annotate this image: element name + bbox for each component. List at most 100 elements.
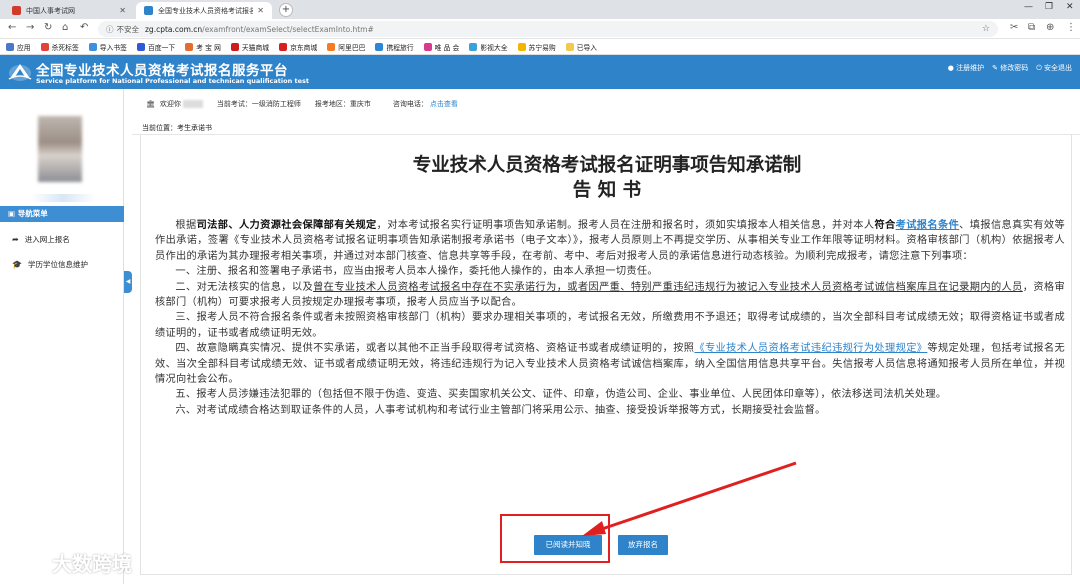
- document-title-line2: 告 知 书: [572, 180, 642, 201]
- bookmark-item[interactable]: 携程旅行: [375, 42, 414, 52]
- regulation-link[interactable]: 《专业技术人员资格考试违纪违规行为处理规定》: [694, 343, 927, 354]
- graduation-cap-icon: 🎓: [12, 260, 22, 269]
- change-password-link[interactable]: ✎ 修改密码: [992, 63, 1028, 73]
- home-icon[interactable]: ⌂: [62, 22, 68, 33]
- bookmark-item[interactable]: 已导入: [565, 42, 598, 52]
- nav-menu-header[interactable]: ▣ 导航菜单: [0, 206, 124, 222]
- bookmark-label: 阿里巴巴: [338, 43, 366, 52]
- site-logo-icon: [8, 64, 32, 81]
- paragraph-item-2: 二、对无法核实的信息，以及曾在专业技术人员资格考试报名中存在不实承诺行为，或者因…: [155, 280, 1065, 311]
- bookmark-label: 天猫商城: [241, 43, 270, 52]
- watermark-logo-icon: [7, 552, 43, 573]
- new-tab-icon[interactable]: +: [279, 3, 293, 17]
- phone-view-link[interactable]: 点击查看: [430, 99, 458, 109]
- paragraph-item-5: 五、报考人员涉嫌违法犯罪的（包括但不限于伪造、变造、买卖国家机关公文、证件、印章…: [175, 389, 947, 401]
- watermark: 大数跨境: [6, 548, 132, 577]
- minimize-icon[interactable]: —: [1024, 2, 1033, 12]
- exam-conditions-link[interactable]: 考试报名条件: [896, 219, 960, 231]
- bookmark-item[interactable]: 苏宁易购: [517, 42, 556, 52]
- close-window-icon[interactable]: ✕: [1066, 2, 1074, 12]
- browser-tab-active[interactable]: 全国专业技术人员资格考试报名... ✕: [136, 2, 272, 19]
- bookmark-item[interactable]: 考 宝 网: [185, 42, 221, 52]
- bookmark-star-icon[interactable]: ☆: [982, 24, 990, 34]
- bookmark-label: 杀死标签: [51, 43, 79, 52]
- bookmark-icon: [136, 42, 145, 51]
- browser-tab-bar: 中国人事考试网 ✕ 全国专业技术人员资格考试报名... ✕ + — ❐ ✕: [0, 0, 1080, 19]
- avatar: [38, 116, 82, 182]
- close-tab-icon[interactable]: ✕: [257, 6, 264, 15]
- bookmarks-bar: 应用 杀死标签 导入书签 百度一下 考 宝 网 天猫商城 京东商城 阿里巴巴 携程旅行 唯 品 会…: [0, 39, 1080, 55]
- paragraph-item-4: 四、故意隐瞒真实情况、提供不实承诺，或者以其他不正当手段取得考试资格、资格证书或…: [155, 341, 1065, 387]
- bookmark-label: 京东商城: [290, 43, 318, 52]
- register-maintain-link[interactable]: ● 注册维护: [948, 63, 984, 73]
- bookmark-label: 应用: [17, 43, 31, 52]
- breadcrumb: 当前位置：考生承诺书: [142, 124, 212, 132]
- back-icon[interactable]: ←: [8, 22, 16, 33]
- bookmark-label: 百度一下: [147, 43, 176, 52]
- extensions-icon[interactable]: ⊕: [1046, 22, 1054, 33]
- undo-icon[interactable]: ↶: [80, 22, 88, 33]
- bank-icon: 🏛: [146, 100, 155, 108]
- blurred-username: [182, 100, 203, 108]
- phone-label: 咨询电话：: [392, 100, 428, 108]
- maximize-icon[interactable]: ❐: [1045, 2, 1053, 12]
- bookmark-item[interactable]: 导入书签: [88, 42, 127, 52]
- bookmark-item[interactable]: 影视大全: [469, 42, 508, 52]
- sidebar: ▣ 导航菜单 ➦ 进入网上报名 🎓 学历学位信息维护: [0, 89, 124, 584]
- bookmark-item[interactable]: 杀死标签: [40, 42, 79, 52]
- menu-icon[interactable]: ⋮: [1066, 22, 1076, 33]
- text-run: 根据: [175, 220, 197, 231]
- avatar-divider: [30, 194, 96, 202]
- text-run-bold: 符合: [874, 219, 896, 231]
- tab-title: 中国人事考试网: [26, 6, 75, 15]
- bookmark-item[interactable]: 京东商城: [279, 42, 317, 52]
- sidebar-collapse-handle[interactable]: ◀: [124, 271, 132, 293]
- sidebar-item-label: 学历学位信息维护: [27, 260, 88, 269]
- info-icon[interactable]: ⓘ: [106, 24, 114, 35]
- text-run-underlined: 曾在专业技术人员资格考试报名中存在不实承诺行为，或者因严重、特别严重违纪违规行为…: [313, 281, 1023, 293]
- crop-icon[interactable]: ⧉: [1028, 22, 1035, 33]
- sidebar-item-online-registration[interactable]: ➦ 进入网上报名: [0, 232, 124, 248]
- tab-favicon-icon: [144, 6, 153, 15]
- main-content: 🏛 欢迎你 当前考试： 一级消防工程师 报考地区： 重庆市 咨询电话： 点击查看 当前…: [132, 89, 1080, 584]
- bookmark-icon: [279, 42, 288, 51]
- screenshot-icon[interactable]: ✂: [1010, 22, 1018, 33]
- url-host: zg.cpta.com.cn: [145, 24, 203, 34]
- forward-icon[interactable]: →: [26, 22, 34, 33]
- register-maintain-label: 注册维护: [956, 64, 985, 72]
- user-info-bar: 🏛 欢迎你 当前考试： 一级消防工程师 报考地区： 重庆市 咨询电话： 点击查看: [146, 99, 458, 109]
- nav-menu-label: 导航菜单: [17, 209, 48, 218]
- sidebar-item-education-info[interactable]: 🎓 学历学位信息维护: [0, 257, 124, 273]
- close-tab-icon[interactable]: ✕: [119, 6, 126, 15]
- bookmark-label: 导入书签: [99, 43, 127, 52]
- bookmark-item[interactable]: 天猫商城: [230, 42, 270, 52]
- reload-icon[interactable]: ↻: [44, 22, 52, 33]
- bookmark-icon: [565, 42, 574, 51]
- exam-value: 一级消防工程师: [251, 100, 301, 108]
- sidebar-item-label: 进入网上报名: [24, 235, 70, 244]
- bookmark-icon: [423, 42, 432, 51]
- bookmark-label: 已导入: [576, 43, 598, 52]
- url-input[interactable]: ⓘ 不安全 zg.cpta.com.cn/examfront/examSelec…: [98, 21, 998, 37]
- bookmark-label: 携程旅行: [386, 43, 414, 52]
- url-path: /examfront/examSelect/selectExamInto.htm…: [202, 24, 374, 34]
- bookmark-item[interactable]: 应用: [6, 42, 31, 52]
- document-body: 根据司法部、人力资源社会保障部有关规定，对本考试报名实行证明事项告知承诺制。报考…: [155, 218, 1065, 418]
- bookmark-label: 考 宝 网: [196, 43, 221, 52]
- bookmark-label: 唯 品 会: [434, 43, 460, 52]
- logout-link[interactable]: ⏻ 安全退出: [1036, 63, 1072, 73]
- site-title: 全国专业技术人员资格考试报名服务平台: [36, 63, 288, 79]
- text-run: ，对本考试报名实行证明事项告知承诺制。报考人员在注册和报名时，须如实填报本人相关…: [376, 220, 875, 231]
- browser-tab[interactable]: 中国人事考试网 ✕: [4, 2, 134, 19]
- bookmark-icon: [469, 42, 478, 51]
- site-header: 全国专业技术人员资格考试报名服务平台 Service platform for …: [0, 55, 1080, 89]
- bookmark-item[interactable]: 阿里巴巴: [327, 42, 365, 52]
- bookmark-icon: [517, 42, 526, 51]
- watermark-text: 大数跨境: [52, 552, 132, 576]
- bookmark-item[interactable]: 百度一下: [136, 42, 176, 52]
- region-label: 报考地区：: [314, 100, 350, 108]
- document-title-line1: 专业技术人员资格考试报名证明事项告知承诺制: [412, 155, 802, 176]
- bookmark-icon: [6, 42, 14, 51]
- document-title: 专业技术人员资格考试报名证明事项告知承诺制 告 知 书: [141, 153, 1073, 203]
- bookmark-item[interactable]: 唯 品 会: [423, 42, 460, 52]
